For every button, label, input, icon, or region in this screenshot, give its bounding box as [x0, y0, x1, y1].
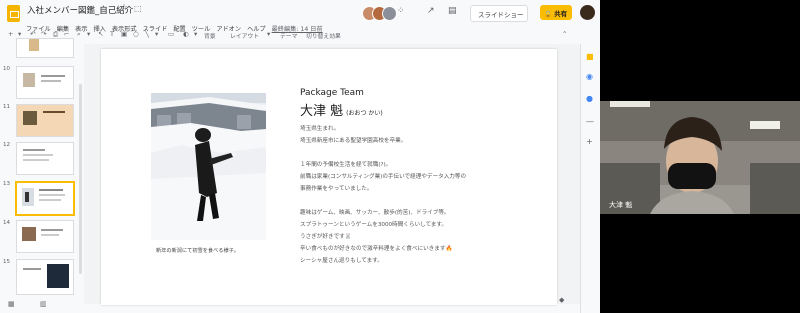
new-slide-icon[interactable]: + [8, 30, 13, 38]
bio-line: うさぎが好きです🐰 [300, 234, 352, 240]
collapse-toolbar-icon[interactable]: ⌃ [562, 30, 567, 38]
slides-app-window: 入社メンバー図鑑_自己紹介 ☆ ⬚ ファイル 編集 表示 挿入 表示形式 スライド 配置 ツー… [0, 0, 600, 313]
background-button[interactable]: 背景 [204, 31, 216, 40]
zoom-dropdown-icon[interactable]: ▾ [87, 30, 90, 38]
star-icon[interactable]: ☆ [120, 3, 128, 13]
photo-caption: 新年の新潟にて初雪を食べる様子。 [156, 248, 240, 254]
side-panel: ■ ◉ ● — + [580, 44, 600, 313]
bio-line: 辛い食べものが好きなので激辛料理をよく食べにいきます🔥 [300, 246, 453, 252]
redo-icon[interactable]: ↷ [41, 30, 46, 38]
member-name: 大津 魁 (おおつ かい) [300, 100, 383, 119]
slide-number: 14 [3, 220, 10, 226]
bio-line: １年間の予備校生活を経て就職(?)。 [300, 162, 392, 168]
bio-line: 事務作業をやっていました。 [300, 186, 373, 192]
present-button[interactable]: スライドショー [470, 5, 528, 22]
slide-filmstrip: 10 11 12 13 14 15 [0, 38, 82, 299]
activity-dashboard-icon[interactable]: ↗ [427, 6, 435, 16]
collaborator-avatar[interactable] [382, 6, 397, 21]
transition-button[interactable]: 切り替え効果 [306, 31, 341, 40]
zoom-icon[interactable]: ⌕ [77, 30, 81, 39]
slide-thumbnail[interactable] [16, 66, 74, 99]
slide-thumbnail[interactable] [16, 259, 74, 295]
bio-line: 埼玉県新座市にある聖望学園高校を卒業。 [300, 138, 407, 144]
member-name-text: 大津 魁 [300, 104, 344, 119]
select-tool-icon[interactable]: ↖ [98, 30, 103, 38]
comment-icon[interactable]: ▭ [168, 30, 174, 38]
slide-thumbnail[interactable] [16, 104, 74, 137]
shape-icon[interactable]: ○ [133, 30, 139, 38]
new-slide-dropdown-icon[interactable]: ▾ [18, 30, 21, 38]
slide-thumbnail[interactable] [16, 38, 74, 58]
team-label: Package Team [300, 88, 364, 98]
member-name-reading: (おおつ かい) [346, 110, 383, 117]
add-addon-icon[interactable]: + [586, 137, 593, 146]
bio-line: 前職は家業(コンサルティング業)の手伝いで経理やデータ入力等の [300, 174, 467, 180]
line-dropdown-icon[interactable]: ▾ [155, 30, 158, 38]
folder-move-icon[interactable]: ⬚ [134, 4, 142, 13]
slide-thumbnail[interactable] [16, 220, 74, 253]
participant-name-label: 大津 魁 [609, 201, 633, 209]
profile-photo[interactable] [151, 93, 266, 240]
snow-photo-illustration [151, 93, 266, 240]
slide-number: 12 [3, 142, 10, 148]
contacts-icon[interactable]: ● [586, 94, 593, 103]
bio-line: シーシャ屋さん巡りもしてます。 [300, 258, 383, 264]
slide-number: 15 [3, 259, 10, 265]
filmstrip-scrollbar[interactable] [79, 84, 82, 274]
image-icon[interactable]: ▣ [121, 30, 127, 38]
tasks-icon[interactable]: ◉ [586, 72, 593, 81]
share-button[interactable]: 🔒 共有 [540, 5, 572, 20]
toolbar: + ▾ ↶ ↷ ⎙ ⌐ ⌕ ▾ ↖ T ▣ ○ ╲ ▾ ▭ ◐ ▾ 背景 レイア… [4, 29, 574, 42]
present-button-label: スライドショー [478, 11, 524, 19]
theme-button[interactable]: テーマ [280, 31, 297, 40]
bio-line: スプラトゥーンというゲームを3000時間くらいしてます。 [300, 222, 448, 228]
webcam-person-illustration [600, 101, 800, 214]
keep-icon[interactable]: ■ [586, 52, 594, 61]
collaborator-more-icon[interactable]: ⁘ [397, 6, 405, 16]
filmstrip-view-icon[interactable]: ▥ [40, 300, 47, 308]
background-dropdown-icon[interactable]: ▾ [194, 30, 197, 38]
line-icon[interactable]: ╲ [145, 30, 149, 38]
slide-canvas[interactable]: 新年の新潟にて初雪を食べる様子。 Package Team 大津 魁 (おおつ か… [84, 44, 580, 305]
explore-icon[interactable]: ◆ [559, 296, 564, 304]
slides-logo-icon[interactable] [7, 5, 20, 22]
undo-icon[interactable]: ↶ [30, 30, 35, 38]
paint-format-icon[interactable]: ⌐ [64, 30, 69, 38]
slide-number: 11 [3, 104, 10, 110]
text-box-icon[interactable]: T [110, 30, 114, 38]
webcam-video [600, 101, 800, 214]
slide-number: 10 [3, 66, 10, 72]
slide-thumbnail-selected[interactable] [15, 181, 75, 216]
menu-bar: ファイル 編集 表示 挿入 表示形式 スライド 配置 ツール アドオン ヘルプ 最終編集: 14 日… [26, 16, 329, 33]
background-color-icon[interactable]: ◐ [183, 30, 189, 38]
bio-line: 埼玉県生まれ。 [300, 126, 340, 132]
slide-thumbnail[interactable] [16, 142, 74, 175]
grid-view-icon[interactable]: ▦ [8, 300, 15, 308]
calendar-icon[interactable]: — [586, 117, 594, 126]
share-button-label: 🔒 共有 [544, 10, 568, 18]
bio-line: 趣味はゲーム、映画、サッカー、散歩(的苦)、ドライブ等。 [300, 210, 450, 216]
slide-page[interactable]: 新年の新潟にて初雪を食べる様子。 Package Team 大津 魁 (おおつ か… [101, 49, 557, 305]
document-title[interactable]: 入社メンバー図鑑_自己紹介 [27, 4, 133, 16]
layout-dropdown-icon[interactable]: ▾ [267, 30, 270, 38]
account-avatar[interactable] [580, 5, 595, 20]
layout-button[interactable]: レイアウト [230, 31, 259, 40]
slide-number: 13 [3, 181, 10, 187]
comment-history-icon[interactable]: ▤ [448, 6, 457, 16]
